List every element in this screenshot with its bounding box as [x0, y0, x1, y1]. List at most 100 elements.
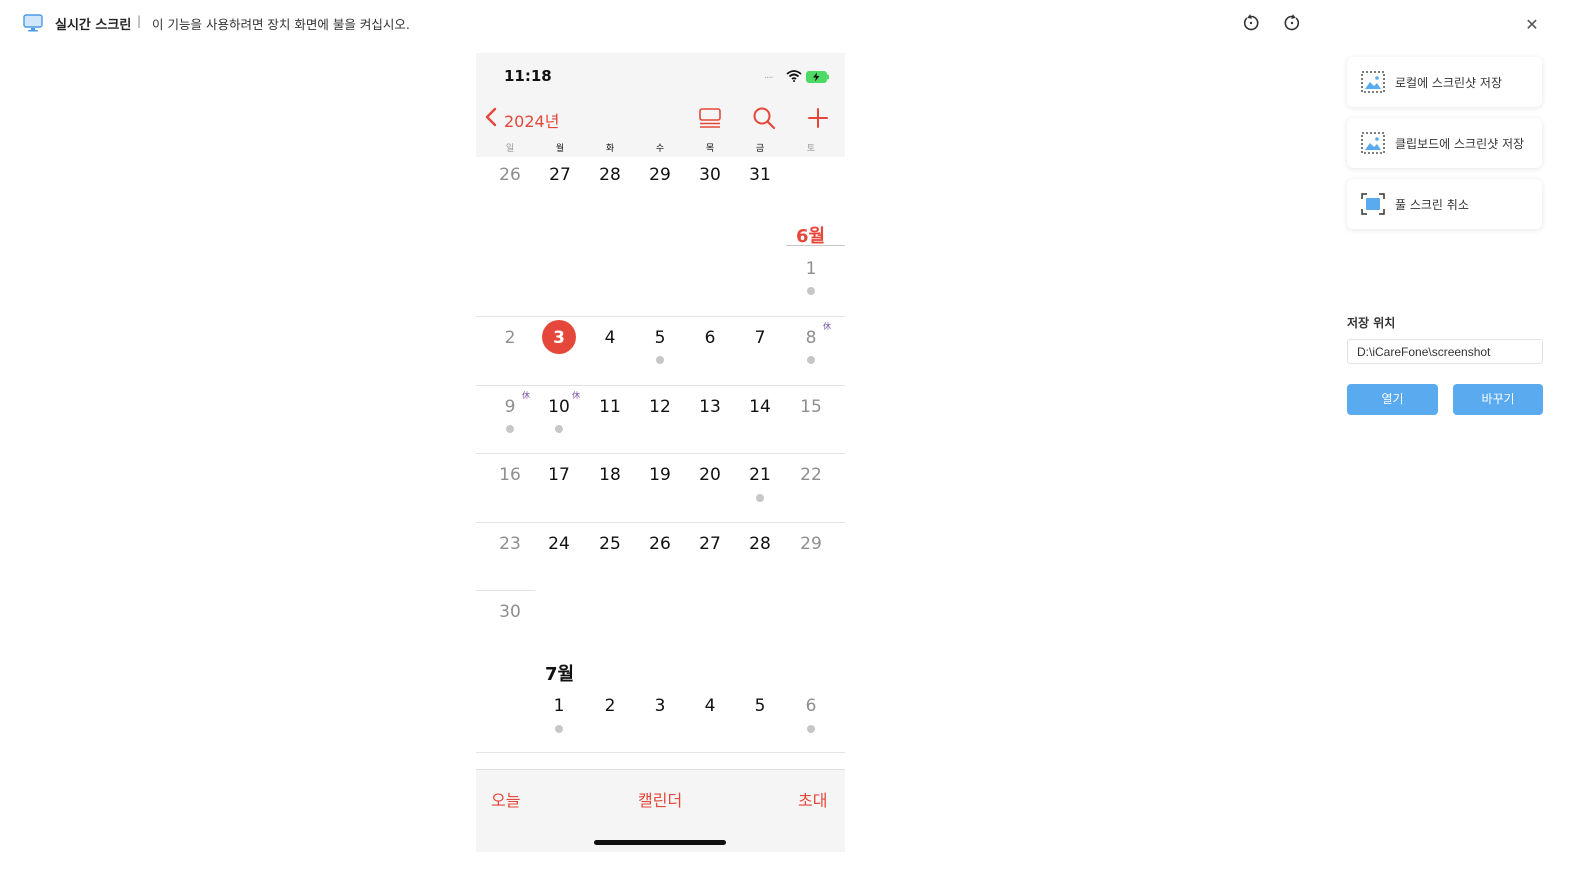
tab-today[interactable]: 오늘: [491, 787, 520, 811]
exit-fullscreen-icon: [1361, 193, 1385, 215]
home-indicator: [594, 840, 726, 845]
calendar-day[interactable]: 16: [485, 465, 535, 485]
month-divider: [786, 245, 845, 246]
save-path-field[interactable]: [1347, 339, 1543, 364]
calendar-day[interactable]: 6: [685, 328, 735, 348]
add-event-icon[interactable]: [806, 106, 830, 134]
list-view-icon[interactable]: [698, 106, 722, 134]
tab-calendars[interactable]: 캘린더: [638, 787, 682, 811]
open-folder-button[interactable]: 열기: [1347, 384, 1438, 415]
event-dot: [807, 725, 815, 733]
calendar-day[interactable]: 19: [635, 465, 685, 485]
wifi-icon: [786, 67, 802, 86]
calendar-day[interactable]: 20: [685, 465, 735, 485]
calendar-day[interactable]: 13: [685, 397, 735, 417]
calendar-day[interactable]: 7: [735, 328, 785, 348]
weekday-header: 일 월 화 수 목 금 토: [476, 141, 845, 157]
rotate-cw-icon: [1284, 14, 1300, 31]
screen-on-hint: 이 기능을 사용하려면 장치 화면에 불을 켜십시오.: [152, 17, 410, 32]
calendar-day[interactable]: 21: [735, 465, 785, 485]
calendar-day-today[interactable]: 3: [534, 328, 584, 348]
calendar-day[interactable]: 22: [786, 465, 836, 485]
event-dot: [807, 287, 815, 295]
event-dot: [656, 356, 664, 364]
top-bar: 실시간 스크린 | 이 기능을 사용하려면 장치 화면에 불을 켜십시오. ✕: [0, 0, 1579, 46]
week-divider: [476, 590, 535, 591]
exit-fullscreen-button[interactable]: 풀 스크린 취소: [1347, 179, 1542, 229]
action-label: 클립보드에 스크린샷 저장: [1395, 137, 1525, 151]
tab-inbox[interactable]: 초대: [798, 787, 827, 811]
rotate-right-button[interactable]: [1280, 11, 1304, 35]
calendar-day[interactable]: 2: [485, 328, 535, 348]
event-dot: [807, 356, 815, 364]
signal-icon: ....: [764, 70, 774, 81]
calendar-day[interactable]: 18: [585, 465, 635, 485]
screenshot-local-icon: [1361, 71, 1385, 93]
calendar-day[interactable]: 28: [585, 165, 635, 185]
month-label-july: 7월: [545, 664, 575, 685]
holiday-mark: 休: [522, 391, 530, 400]
calendar-day[interactable]: 12: [635, 397, 685, 417]
change-path-button[interactable]: 바꾸기: [1453, 384, 1543, 415]
calendar-day[interactable]: 4: [685, 696, 735, 716]
weekday-label: 토: [806, 144, 816, 154]
calendar-day[interactable]: 27: [685, 534, 735, 554]
close-button[interactable]: ✕: [1520, 12, 1544, 36]
holiday-mark: 休: [823, 322, 831, 331]
calendar-grid: 26 27 28 29 30 31 6월 1 2 3 4 5 6 7 8 休 9…: [476, 157, 845, 769]
monitor-icon: [23, 14, 43, 32]
calendar-day[interactable]: 26: [485, 165, 535, 185]
save-clipboard-screenshot-button[interactable]: 클립보드에 스크린샷 저장: [1347, 118, 1542, 168]
weekday-label: 목: [705, 144, 715, 154]
calendar-day[interactable]: 1: [786, 259, 836, 279]
calendar-day[interactable]: 30: [685, 165, 735, 185]
calendar-nav-bar: 2024년 일 월 화 수 목 금 토: [476, 97, 845, 157]
weekday-label: 수: [655, 144, 665, 154]
calendar-day[interactable]: 6: [786, 696, 836, 716]
calendar-day[interactable]: 29: [635, 165, 685, 185]
calendar-day[interactable]: 2: [585, 696, 635, 716]
holiday-mark: 休: [572, 391, 580, 400]
calendar-day[interactable]: 26: [635, 534, 685, 554]
calendar-day[interactable]: 28: [735, 534, 785, 554]
device-screen[interactable]: 11:18 .... 2024년 일 월 화 수 목 금 토 26 27 28 …: [476, 53, 845, 852]
calendar-day[interactable]: 24: [534, 534, 584, 554]
battery-charging-icon: [806, 68, 830, 87]
save-local-screenshot-button[interactable]: 로컬에 스크린샷 저장: [1347, 57, 1542, 107]
action-label: 풀 스크린 취소: [1395, 198, 1469, 212]
week-divider: [476, 453, 845, 454]
calendar-day[interactable]: 11: [585, 397, 635, 417]
weekday-label: 금: [755, 144, 765, 154]
title-separator: |: [137, 14, 142, 28]
status-bar: 11:18 ....: [476, 53, 845, 97]
rotate-left-button[interactable]: [1239, 11, 1263, 35]
screenshot-clipboard-icon: [1361, 132, 1385, 154]
rotate-ccw-icon: [1243, 14, 1259, 31]
calendar-day[interactable]: 25: [585, 534, 635, 554]
calendar-day[interactable]: 4: [585, 328, 635, 348]
event-dot: [555, 425, 563, 433]
calendar-day[interactable]: 30: [485, 602, 535, 622]
calendar-day[interactable]: 29: [786, 534, 836, 554]
save-location-label: 저장 위치: [1347, 316, 1396, 330]
week-divider: [476, 752, 845, 753]
weekday-label: 화: [605, 144, 615, 154]
calendar-day[interactable]: 31: [735, 165, 785, 185]
calendar-tab-bar: 오늘 캘린더 초대: [476, 769, 845, 852]
week-divider: [476, 316, 845, 317]
week-divider: [476, 385, 845, 386]
weekday-label: 월: [555, 144, 565, 154]
event-dot: [506, 425, 514, 433]
calendar-day[interactable]: 3: [635, 696, 685, 716]
search-icon[interactable]: [752, 106, 776, 134]
calendar-day[interactable]: 14: [735, 397, 785, 417]
calendar-day[interactable]: 5: [635, 328, 685, 348]
year-back-link[interactable]: 2024년: [504, 108, 559, 132]
calendar-day[interactable]: 17: [534, 465, 584, 485]
calendar-day[interactable]: 27: [535, 165, 585, 185]
calendar-day[interactable]: 15: [786, 397, 836, 417]
calendar-day[interactable]: 5: [735, 696, 785, 716]
calendar-day[interactable]: 1: [534, 696, 584, 716]
chevron-left-icon[interactable]: [484, 106, 498, 132]
calendar-day[interactable]: 23: [485, 534, 535, 554]
